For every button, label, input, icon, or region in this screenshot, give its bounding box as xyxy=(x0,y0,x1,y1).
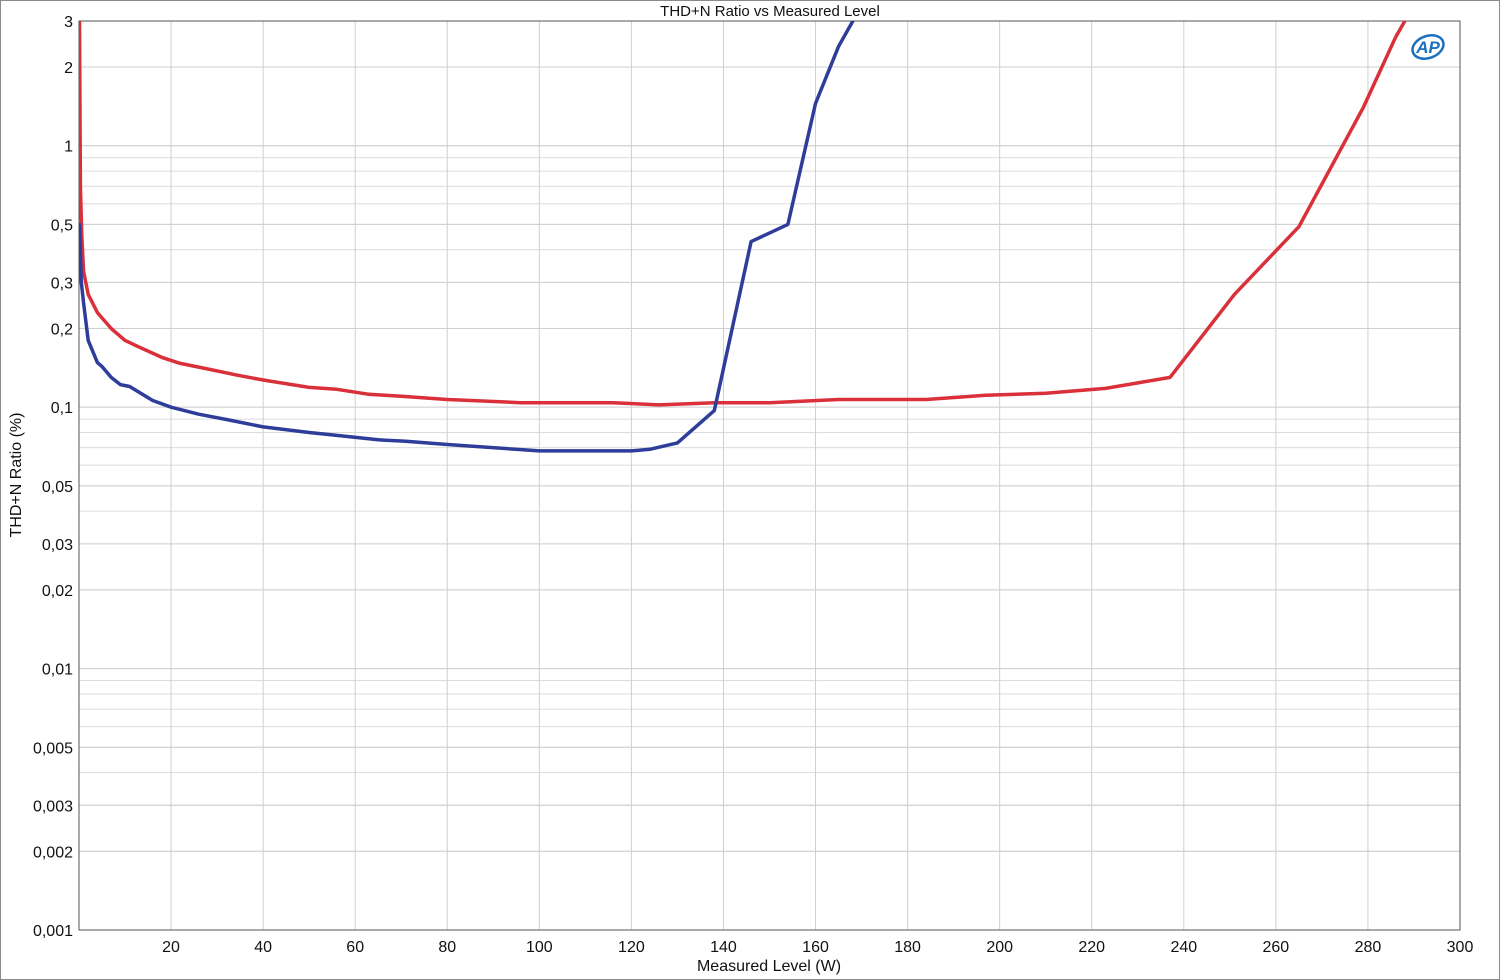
chart-canvas: 20 40 60 80 100 120 140 160 180 200 220 240 260 280 30… xyxy=(8,3,1473,975)
x-tick-label: 40 xyxy=(254,939,272,956)
x-tick-label: 160 xyxy=(802,939,829,956)
x-axis-label: Measured Level (W) xyxy=(697,958,841,975)
y-tick-label: 0,2 xyxy=(51,321,73,338)
x-tick-label: 20 xyxy=(162,939,180,956)
chart-title: THD+N Ratio vs Measured Level xyxy=(660,3,880,20)
y-tick-label: 0,05 xyxy=(42,479,73,496)
minor-grid xyxy=(79,20,1460,931)
x-tick-label: 180 xyxy=(894,939,921,956)
ap-logo-text: AP xyxy=(1415,38,1440,57)
x-axis-ticks: 20 40 60 80 100 120 140 160 180 200 220 240 260 280 30… xyxy=(162,939,1473,956)
x-tick-label: 200 xyxy=(986,939,1013,956)
y-tick-label: 3 xyxy=(64,14,73,31)
y-tick-label: 0,002 xyxy=(33,844,73,861)
series-layer xyxy=(79,21,1407,453)
x-tick-label: 120 xyxy=(618,939,645,956)
x-tick-label: 280 xyxy=(1355,939,1382,956)
x-tick-label: 220 xyxy=(1078,939,1105,956)
y-tick-label: 1 xyxy=(64,139,73,156)
x-tick-label: 260 xyxy=(1263,939,1290,956)
y-tick-label: 0,3 xyxy=(51,275,73,292)
y-tick-label: 0,01 xyxy=(42,662,73,679)
x-tick-label: 300 xyxy=(1447,939,1474,956)
ap-logo: AP xyxy=(1411,34,1445,60)
y-tick-label: 0,001 xyxy=(33,923,73,940)
y-axis-label: THD+N Ratio (%) xyxy=(8,413,25,538)
y-tick-label: 0,5 xyxy=(51,217,73,234)
y-tick-label: 0,03 xyxy=(42,537,73,554)
y-tick-label: 0,003 xyxy=(33,798,73,815)
y-tick-label: 0,005 xyxy=(33,740,73,757)
y-tick-label: 0,1 xyxy=(51,400,73,417)
y-tick-label: 2 xyxy=(64,60,73,77)
y-axis-ticks: 3 2 1 0,5 0,3 0,2 0,1 0,05 0,03 0,02 0,01 0,005 0,00… xyxy=(33,14,73,940)
x-tick-label: 60 xyxy=(346,939,364,956)
x-tick-label: 80 xyxy=(438,939,456,956)
x-tick-label: 240 xyxy=(1170,939,1197,956)
series-line-2 xyxy=(79,21,855,453)
x-tick-label: 140 xyxy=(710,939,737,956)
series-line-1 xyxy=(79,21,1407,407)
y-tick-label: 0,02 xyxy=(42,583,73,600)
x-tick-label: 100 xyxy=(526,939,553,956)
